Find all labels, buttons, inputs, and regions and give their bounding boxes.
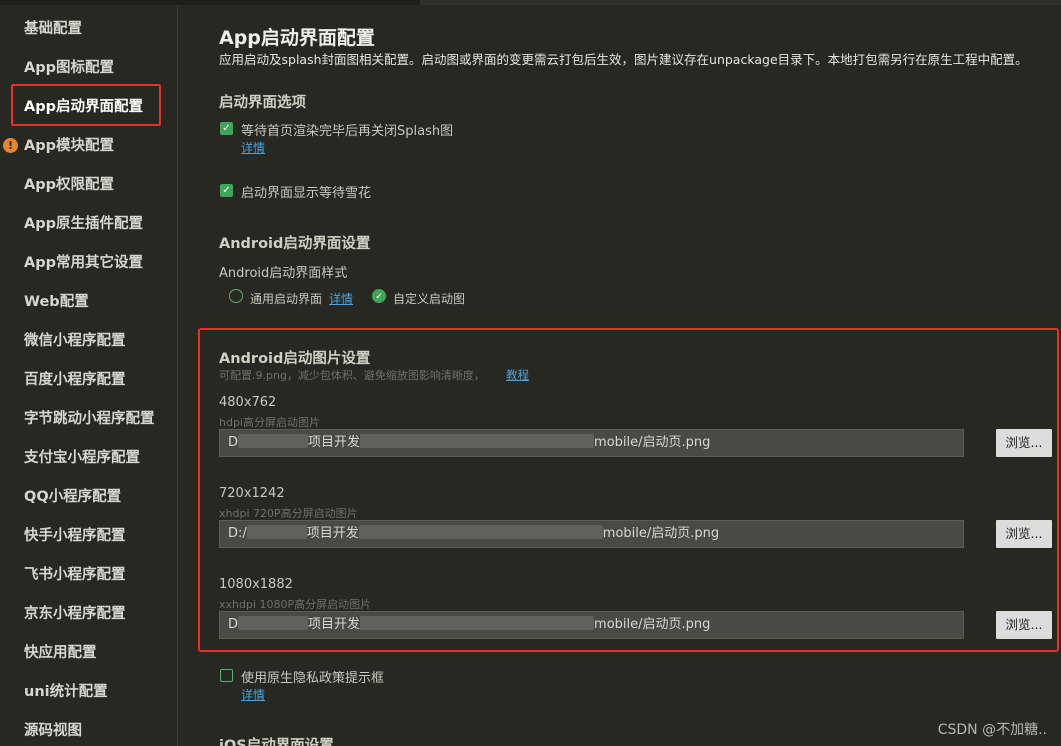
sidebar-item-source-view[interactable]: 源码视图 bbox=[0, 712, 178, 746]
image-size-label: 480x762 bbox=[219, 395, 277, 410]
sidebar-item-wechat-mp[interactable]: 微信小程序配置 bbox=[0, 322, 178, 361]
redacted-blur bbox=[360, 616, 595, 630]
browse-button[interactable]: 浏览... bbox=[996, 429, 1052, 457]
sidebar-item-kuaishou-mp[interactable]: 快手小程序配置 bbox=[0, 517, 178, 556]
redacted-blur bbox=[238, 616, 309, 630]
sidebar-item-feishu-mp[interactable]: 飞书小程序配置 bbox=[0, 556, 178, 595]
radio-general-splash[interactable] bbox=[229, 289, 243, 303]
android-style-label: Android启动界面样式 bbox=[219, 266, 348, 281]
sidebar-item-app-permissions[interactable]: App权限配置 bbox=[0, 166, 178, 205]
sidebar-item-alipay-mp[interactable]: 支付宝小程序配置 bbox=[0, 439, 178, 478]
radio-custom-label: 自定义启动图 bbox=[393, 292, 466, 306]
path-suffix: mobile/启动页.png bbox=[602, 526, 720, 541]
image-path-input[interactable]: D:/ 项目开发 mobile/启动页.png bbox=[219, 520, 964, 548]
radio-general-detail-link[interactable]: 详情 bbox=[329, 290, 353, 307]
sidebar-item-qq-mp[interactable]: QQ小程序配置 bbox=[0, 478, 178, 517]
ios-heading: iOS启动界面设置 bbox=[219, 738, 334, 746]
sidebar-item-bytedance-mp[interactable]: 字节跳动小程序配置 bbox=[0, 400, 178, 439]
image-path-input[interactable]: D 项目开发 mobile/启动页.png bbox=[219, 611, 964, 639]
sidebar-item-basic[interactable]: 基础配置 bbox=[0, 10, 178, 49]
image-size-label: 720x1242 bbox=[219, 486, 285, 501]
path-middle: 项目开发 bbox=[308, 617, 361, 632]
warning-icon: ! bbox=[3, 138, 18, 153]
image-size-hint: hdpi高分屏启动图片 bbox=[219, 416, 320, 429]
sidebar-item-app-icon[interactable]: App图标配置 bbox=[0, 49, 178, 88]
opt-wait-render-label: 等待首页渲染完毕后再关闭Splash图 bbox=[241, 124, 454, 139]
page-title: App启动界面配置 bbox=[219, 27, 375, 49]
path-prefix: D bbox=[228, 435, 239, 450]
check-icon[interactable]: ✓ bbox=[220, 184, 233, 197]
sidebar-item-quickapp[interactable]: 快应用配置 bbox=[0, 634, 178, 673]
sidebar-item-baidu-mp[interactable]: 百度小程序配置 bbox=[0, 361, 178, 400]
path-prefix: D:/ bbox=[228, 526, 247, 541]
options-heading: 启动界面选项 bbox=[219, 95, 306, 111]
privacy-detail-link[interactable]: 详情 bbox=[241, 686, 265, 703]
page-description: 应用启动及splash封面图相关配置。启动图或界面的变更需云打包后生效，图片建议… bbox=[219, 52, 1028, 67]
sidebar-item-app-other-settings[interactable]: App常用其它设置 bbox=[0, 244, 178, 283]
image-settings-heading: Android启动图片设置 bbox=[219, 351, 371, 367]
sidebar-item-web[interactable]: Web配置 bbox=[0, 283, 178, 322]
image-tutorial-link[interactable]: 教程 bbox=[506, 367, 529, 383]
main-panel: App启动界面配置 应用启动及splash封面图相关配置。启动图或界面的变更需云… bbox=[179, 5, 1061, 746]
opt-wait-render-detail-link[interactable]: 详情 bbox=[241, 139, 265, 156]
sidebar-item-uni-stats[interactable]: uni统计配置 bbox=[0, 673, 178, 712]
opt-snowflake-label: 启动界面显示等待雪花 bbox=[241, 186, 372, 201]
radio-custom-splash[interactable]: ✓ bbox=[372, 289, 386, 303]
path-suffix: mobile/启动页.png bbox=[594, 617, 711, 632]
check-icon[interactable]: ✓ bbox=[220, 122, 233, 135]
sidebar: 基础配置 App图标配置 App启动界面配置 App模块配置 App权限配置 A… bbox=[0, 5, 178, 746]
image-path-input[interactable]: D 项目开发 mobile/启动页.png bbox=[219, 429, 964, 457]
redacted-blur bbox=[246, 525, 307, 539]
image-size-hint: xxhdpi 1080P高分屏启动图片 bbox=[219, 598, 372, 611]
redacted-blur bbox=[238, 434, 309, 448]
path-prefix: D bbox=[228, 617, 239, 632]
android-heading: Android启动界面设置 bbox=[219, 236, 371, 252]
watermark: CSDN @不加糖.. bbox=[937, 722, 1047, 738]
privacy-label: 使用原生隐私政策提示框 bbox=[241, 671, 385, 686]
path-middle: 项目开发 bbox=[308, 435, 361, 450]
image-size-label: 1080x1882 bbox=[219, 577, 293, 592]
sidebar-item-app-modules[interactable]: App模块配置 bbox=[0, 127, 178, 166]
browse-button[interactable]: 浏览... bbox=[996, 611, 1052, 639]
redacted-blur bbox=[358, 525, 603, 539]
sidebar-item-app-native-plugins[interactable]: App原生插件配置 bbox=[0, 205, 178, 244]
privacy-checkbox[interactable] bbox=[220, 669, 233, 682]
redacted-blur bbox=[360, 434, 595, 448]
radio-general-label: 通用启动界面 bbox=[250, 292, 323, 306]
path-middle: 项目开发 bbox=[306, 526, 359, 541]
browse-button[interactable]: 浏览... bbox=[996, 520, 1052, 548]
sidebar-item-jd-mp[interactable]: 京东小程序配置 bbox=[0, 595, 178, 634]
image-size-hint: xhdpi 720P高分屏启动图片 bbox=[219, 507, 358, 520]
path-suffix: mobile/启动页.png bbox=[594, 435, 711, 450]
image-settings-hint: 可配置.9.png，减少包体积、避免缩放图影响清晰度， bbox=[219, 369, 485, 382]
active-item-highlight-box bbox=[11, 84, 161, 126]
